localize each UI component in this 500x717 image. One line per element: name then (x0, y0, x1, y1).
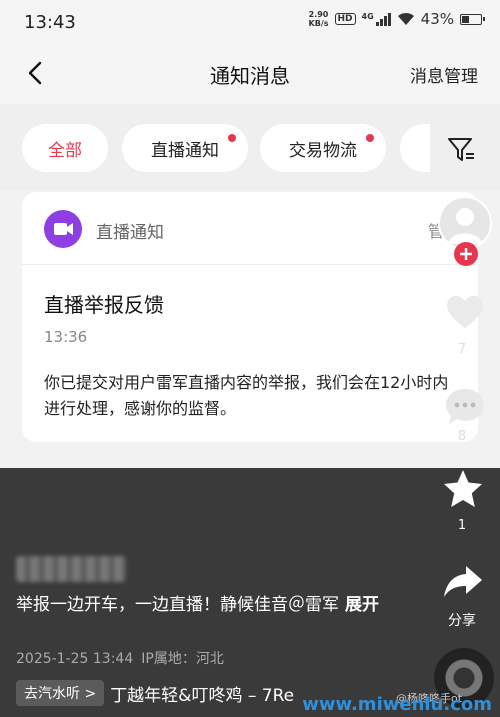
network-speed-value: 2.90 (308, 10, 329, 19)
description-text: 举报一边开车，一边直播！静候佳音＠雷军 (16, 595, 339, 615)
ip-location: IP属地：河北 (141, 651, 224, 667)
status-icons: 2.90 KB/s HD 4G 43% (309, 10, 485, 28)
listen-in-qishui-button[interactable]: 去汽水听 > (16, 680, 105, 706)
live-camera-icon (44, 210, 82, 248)
signal-icon: 4G (362, 12, 391, 26)
comment-count: 8 (457, 429, 467, 444)
site-watermark: www.miwenlu.com (302, 694, 492, 715)
music-title[interactable]: 丁越年轻&叮咚鸡 – 7Re (110, 681, 294, 706)
tab-trade-logistics[interactable]: 交易物流 (260, 124, 386, 172)
tab-live-notice[interactable]: 直播通知 (122, 124, 248, 172)
filter-icon[interactable] (446, 134, 476, 164)
card-timestamp: 13:36 (44, 328, 88, 346)
message-settings-link[interactable]: 消息管理 (410, 62, 478, 87)
unread-dot (228, 134, 236, 142)
wifi-icon (397, 12, 414, 25)
network-speed-unit: KB/s (308, 19, 329, 28)
post-date: 2025-1-25 13:44 (16, 651, 134, 667)
status-time: 13:43 (24, 11, 76, 33)
battery-percent: 43% (420, 10, 454, 28)
tab-label: 全部 (48, 140, 82, 161)
battery-fill (462, 15, 470, 23)
tab-label: 交易物流 (289, 140, 357, 161)
unread-dot (366, 134, 374, 142)
action-column: 7 8 1 分享 (424, 196, 500, 717)
video-meta: 2025-1-25 13:44 IP属地：河北 (16, 648, 224, 668)
like-count: 7 (457, 342, 467, 357)
filter-tabs: 全部 直播通知 交易物流 (0, 104, 500, 190)
music-row: 去汽水听 > 丁越年轻&叮咚鸡 – 7Re (16, 680, 294, 706)
card-category: 直播通知 (96, 223, 164, 243)
network-speed: 2.90 KB/s (309, 10, 329, 28)
favorite-count: 1 (457, 518, 467, 533)
expand-button[interactable]: 展开 (345, 595, 379, 615)
author-name-blurred[interactable] (16, 556, 126, 582)
tab-label: 直播通知 (151, 140, 219, 161)
notification-card[interactable]: 直播通知 管 直播举报反馈 13:36 你已提交对用户雷军直播内容的举报，我们会… (22, 192, 478, 442)
share-label: 分享 (448, 613, 476, 629)
video-description: 举报一边开车，一边直播！静候佳音＠雷军 展开 (16, 592, 396, 618)
hd-icon: HD (334, 13, 356, 25)
share-icon[interactable] (440, 558, 486, 604)
comment-icon[interactable] (442, 384, 488, 430)
star-icon[interactable] (440, 466, 486, 512)
tab-all[interactable]: 全部 (22, 124, 108, 172)
follow-plus-icon[interactable] (454, 242, 478, 266)
nav-bar: 通知消息 消息管理 (0, 44, 500, 104)
heart-icon[interactable] (442, 288, 488, 334)
battery-icon (460, 13, 485, 25)
tab-more-partial[interactable] (400, 124, 430, 172)
status-bar: 13:43 2.90 KB/s HD 4G 43% (0, 0, 500, 44)
card-body-text: 你已提交对用户雷军直播内容的举报，我们会在12小时内进行处理，感谢你的监督。 (44, 373, 449, 418)
signal-label: 4G (361, 12, 374, 21)
card-title: 直播举报反馈 (44, 293, 164, 317)
divider (22, 264, 478, 265)
